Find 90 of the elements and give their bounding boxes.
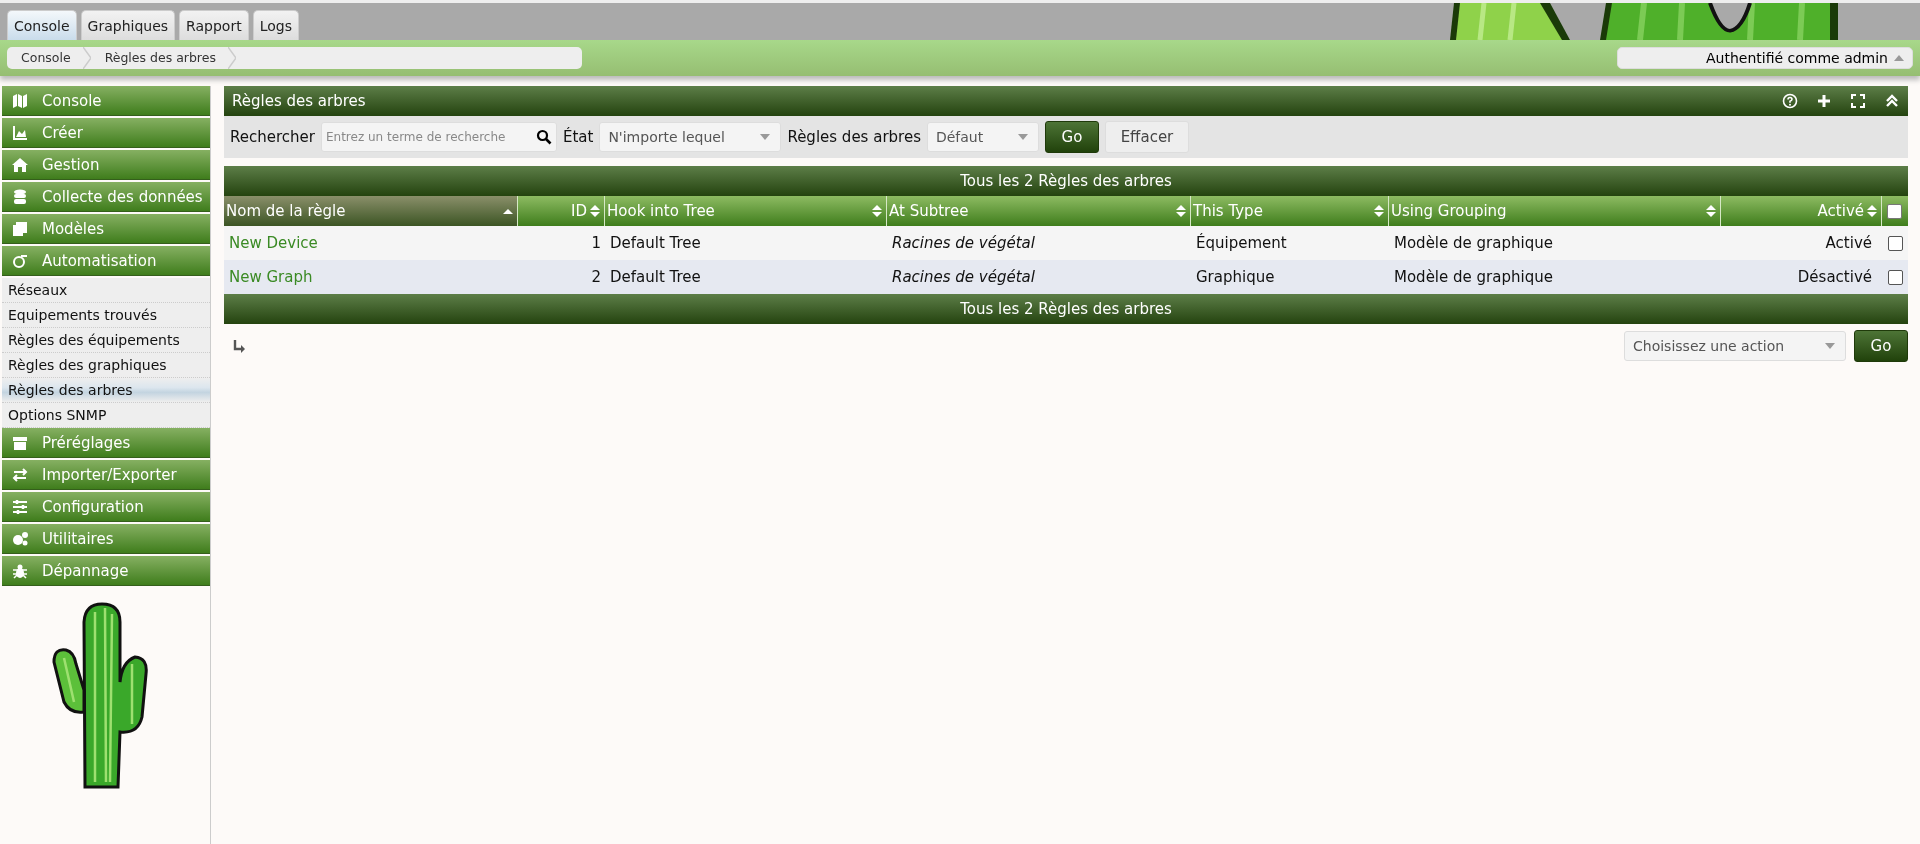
sigma-icon xyxy=(12,252,28,269)
table-cell: Modèle de graphique xyxy=(1394,268,1553,286)
sort-icon xyxy=(1867,205,1877,217)
menu-item[interactable]: Collecte des données xyxy=(2,182,210,212)
breadcrumb-link[interactable]: Règles des arbres xyxy=(90,47,228,69)
breadcrumb-link[interactable]: Console xyxy=(7,47,83,69)
sliders-icon xyxy=(12,498,28,515)
state-label: État xyxy=(562,128,594,146)
go-button[interactable]: Go xyxy=(1044,121,1099,153)
column-header[interactable]: Hook into Tree xyxy=(605,196,887,226)
submenu-item[interactable]: Réseaux xyxy=(2,278,210,303)
table-cell: Default Tree xyxy=(610,234,701,252)
panel-title: Règles des arbres xyxy=(232,92,366,110)
rule-link[interactable]: New Graph xyxy=(229,268,313,286)
table-cell: Équipement xyxy=(1196,234,1287,252)
row-checkbox[interactable] xyxy=(1887,269,1903,285)
column-header[interactable]: Using Grouping xyxy=(1389,196,1721,226)
submenu-item[interactable]: Equipements trouvés xyxy=(2,303,210,328)
menu-item[interactable]: Dépannage xyxy=(2,556,210,586)
fullscreen-icon[interactable] xyxy=(1850,93,1866,109)
sort-icon xyxy=(590,205,600,217)
nav-tab[interactable]: Rapport xyxy=(179,10,249,40)
search-icon[interactable] xyxy=(535,129,552,145)
exchange-icon xyxy=(12,466,28,483)
home-icon xyxy=(12,156,28,173)
submenu-item[interactable]: Règles des graphiques xyxy=(2,353,210,378)
table-cell: Modèle de graphique xyxy=(1394,234,1553,252)
user-menu-button[interactable]: Authentifié comme admin xyxy=(1617,47,1913,69)
nav-tab[interactable]: Logs xyxy=(252,10,299,40)
search-field[interactable]: Entrez un terme de recherche xyxy=(320,122,557,152)
search-label: Rechercher xyxy=(230,128,315,146)
table-cell: Désactivé xyxy=(1797,268,1872,286)
submenu-item[interactable]: Options SNMP xyxy=(2,403,210,428)
select-all-checkbox[interactable] xyxy=(1886,203,1902,219)
row-checkbox[interactable] xyxy=(1887,235,1903,251)
copy-icon xyxy=(12,220,28,237)
submenu-item[interactable]: Règles des équipements xyxy=(2,328,210,353)
database-icon xyxy=(12,188,28,205)
table-cell: Default Tree xyxy=(610,268,701,286)
sort-icon xyxy=(1706,205,1716,217)
menu-item[interactable]: Console xyxy=(2,86,210,116)
chart-icon xyxy=(12,124,28,141)
collapse-icon[interactable] xyxy=(1884,93,1900,109)
nav-tab[interactable]: Console xyxy=(7,10,77,40)
rules-label: Règles des arbres xyxy=(787,128,921,146)
table-cell: Activé xyxy=(1825,234,1872,252)
state-dropdown[interactable]: N'importe lequel xyxy=(599,122,782,152)
menu-item[interactable]: Automatisation xyxy=(2,246,210,276)
menu-item[interactable]: Modèles xyxy=(2,214,210,244)
column-header[interactable]: Nom de la règle xyxy=(224,196,518,226)
sort-icon xyxy=(503,208,513,214)
table-cell: Racines de végétal xyxy=(892,268,1035,286)
column-header[interactable]: At Subtree xyxy=(887,196,1191,226)
submenu-item[interactable]: Règles des arbres xyxy=(2,378,210,403)
menu-item[interactable]: Créer xyxy=(2,118,210,148)
menu-item[interactable]: Gestion xyxy=(2,150,210,180)
chevron-icon xyxy=(227,47,236,69)
sort-icon xyxy=(872,205,882,217)
map-icon xyxy=(12,92,28,109)
sort-icon xyxy=(1176,205,1186,217)
clear-button[interactable]: Effacer xyxy=(1104,121,1189,153)
return-arrow-icon xyxy=(232,339,246,353)
sort-icon xyxy=(1374,205,1384,217)
rules-dropdown[interactable]: Défaut xyxy=(926,122,1039,152)
table-cell: Graphique xyxy=(1196,268,1275,286)
go-button[interactable]: Go xyxy=(1854,330,1908,362)
table-caption: Tous les 2 Règles des arbres xyxy=(224,166,1908,196)
menu-item[interactable]: Configuration xyxy=(2,492,210,522)
column-header[interactable]: This Type xyxy=(1191,196,1389,226)
table-cell: 2 xyxy=(591,268,601,286)
rule-link[interactable]: New Device xyxy=(229,234,318,252)
table-cell: Racines de végétal xyxy=(892,234,1035,252)
caret-icon xyxy=(1017,134,1028,140)
action-dropdown[interactable]: Choisissez une action xyxy=(1624,331,1846,361)
menu-item[interactable]: Utilitaires xyxy=(2,524,210,554)
chevron-icon xyxy=(82,47,91,69)
column-header[interactable]: Activé xyxy=(1721,196,1882,226)
table-cell: 1 xyxy=(591,234,601,252)
nav-tab[interactable]: Graphiques xyxy=(80,10,176,40)
menu-item[interactable]: Importer/Exporter xyxy=(2,460,210,490)
column-header[interactable]: ID xyxy=(518,196,605,226)
caret-icon xyxy=(1825,343,1835,349)
menu-item[interactable]: Préréglages xyxy=(2,428,210,458)
help-icon[interactable] xyxy=(1782,93,1798,109)
archive-icon xyxy=(12,434,28,451)
plus-icon[interactable] xyxy=(1816,93,1832,109)
bug-icon xyxy=(12,562,28,579)
caret-icon xyxy=(760,134,771,140)
caret-icon xyxy=(1894,55,1904,61)
table-caption: Tous les 2 Règles des arbres xyxy=(224,294,1908,324)
